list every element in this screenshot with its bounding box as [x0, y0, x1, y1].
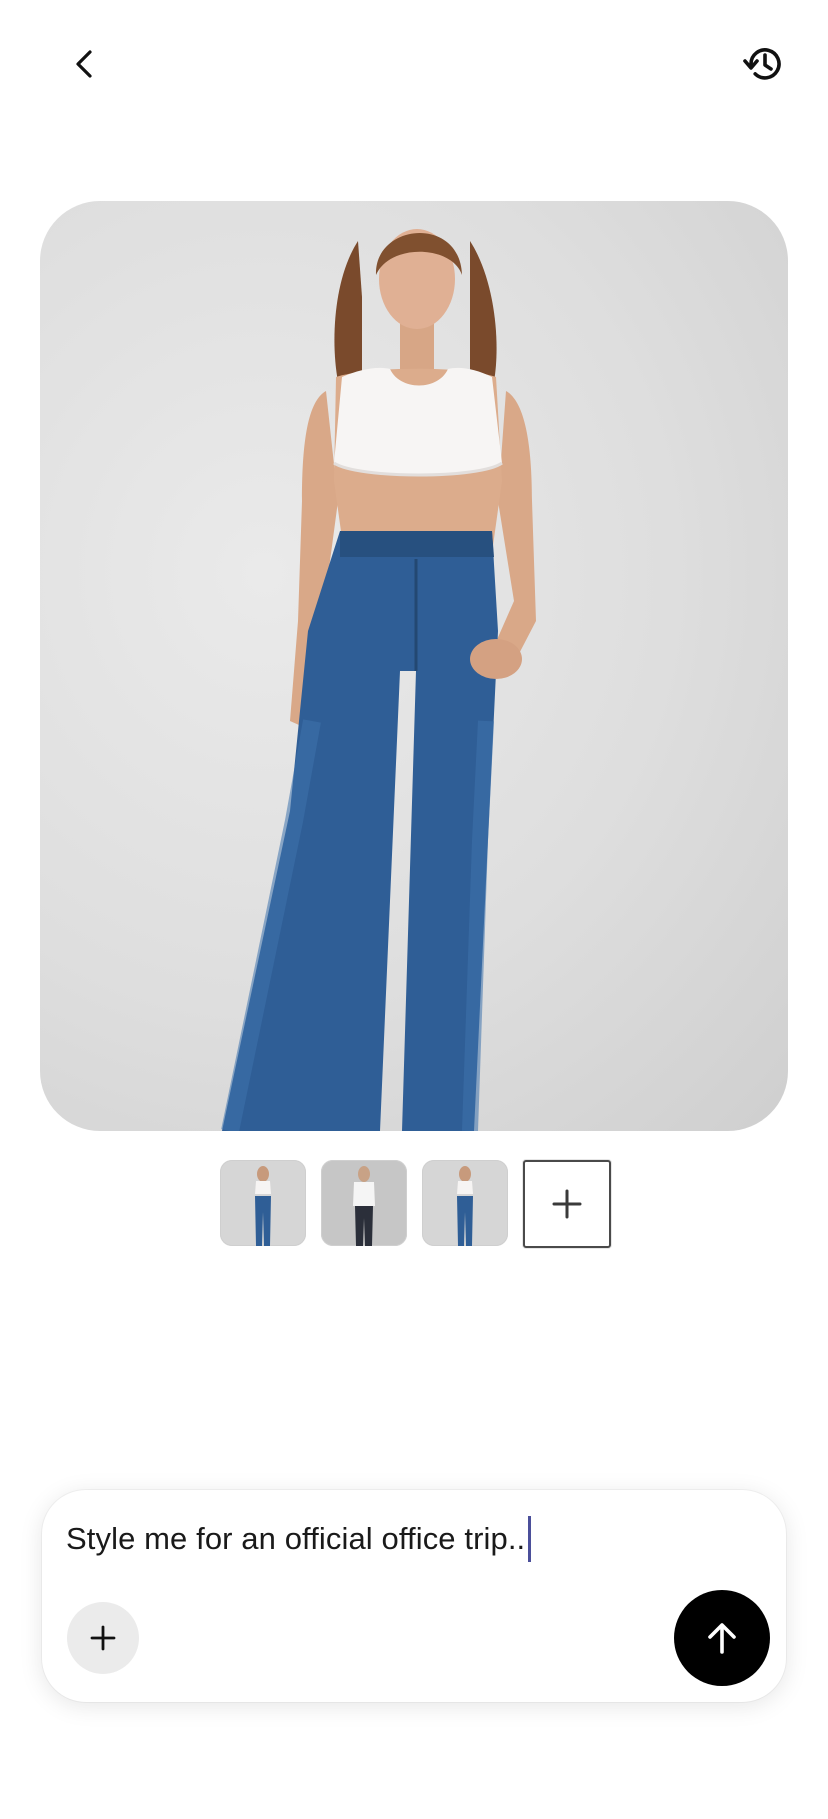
- history-icon: [743, 48, 781, 80]
- try-on-screen: Style me for an official office trip..: [0, 0, 828, 1819]
- prompt-text: Style me for an official office trip..: [66, 1521, 526, 1556]
- add-image-button[interactable]: [523, 1160, 611, 1248]
- thumbnail-2[interactable]: [321, 1160, 407, 1246]
- send-button[interactable]: [674, 1590, 770, 1686]
- thumbnail-1[interactable]: [220, 1160, 306, 1246]
- thumbnail-3[interactable]: [422, 1160, 508, 1246]
- main-outfit-image: [40, 201, 788, 1131]
- prompt-input[interactable]: Style me for an official office trip..: [66, 1516, 532, 1562]
- arrow-up-icon: [708, 1623, 736, 1654]
- back-button[interactable]: [53, 32, 117, 96]
- plus-icon: [90, 1625, 116, 1651]
- text-caret: [528, 1516, 532, 1562]
- prompt-composer: Style me for an official office trip..: [42, 1490, 786, 1702]
- plus-icon: [552, 1189, 582, 1219]
- attach-button[interactable]: [67, 1602, 139, 1674]
- outfit-thumbnails: [220, 1160, 611, 1248]
- chevron-left-icon: [76, 50, 92, 78]
- history-button[interactable]: [732, 32, 796, 96]
